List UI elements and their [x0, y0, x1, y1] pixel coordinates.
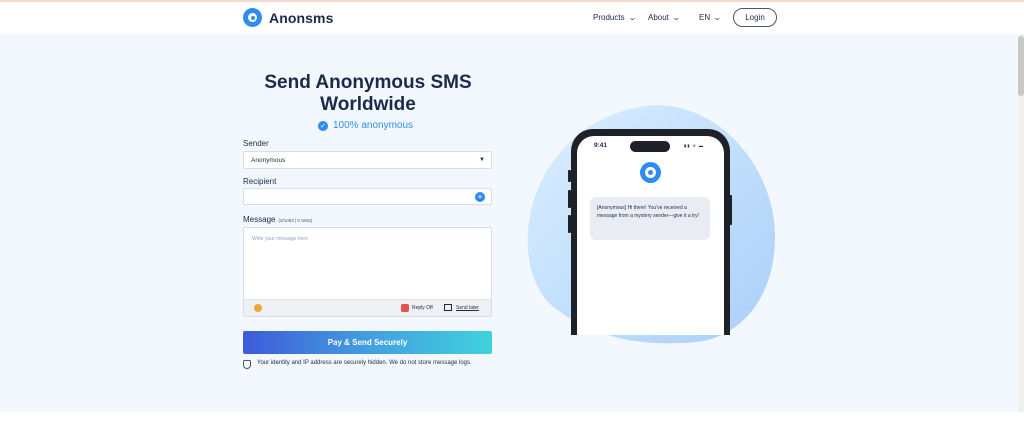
reply-icon — [401, 304, 409, 312]
title-line-2: Worldwide — [320, 94, 416, 115]
check-circle-icon: ✓ — [318, 120, 328, 131]
nav-products-label: Products — [593, 13, 625, 22]
brand-name: Anonsms — [269, 9, 334, 26]
emoji-icon[interactable] — [254, 304, 262, 312]
page-title: Send Anonymous SMS Worldwide — [243, 72, 493, 116]
sender-label: Sender — [243, 139, 269, 148]
shield-icon — [243, 360, 251, 369]
signal-wifi-battery-icon: ▮▮ ≋ ▬ — [684, 143, 704, 148]
chevron-down-icon: ⌄ — [627, 13, 637, 22]
phone-notch — [630, 141, 670, 152]
caret-down-icon: ▼ — [479, 157, 485, 163]
brand-logo[interactable]: Anonsms — [243, 8, 334, 27]
message-label-row: Message (0/1083 | 0 SMS) — [243, 215, 312, 224]
footer-band — [0, 412, 1024, 421]
calendar-icon — [444, 304, 452, 311]
scrollbar-thumb[interactable] — [1018, 36, 1024, 96]
message-toolbar: Reply Off Send later — [244, 299, 491, 316]
message-counter: (0/1083 | 0 SMS) — [278, 218, 313, 223]
login-button[interactable]: Login — [733, 8, 777, 27]
chevron-down-icon: ⌄ — [671, 13, 681, 22]
pay-send-button[interactable]: Pay & Send Securely — [243, 331, 492, 354]
reply-toggle[interactable]: Reply Off — [401, 304, 433, 312]
chevron-down-icon: ⌄ — [713, 13, 722, 22]
title-line-1: Send Anonymous SMS — [264, 72, 472, 93]
anonymous-badge: ✓ 100% anonymous — [318, 120, 413, 131]
nav-about-label: About — [648, 13, 669, 22]
anonsms-logo-icon — [243, 8, 262, 27]
language-selector[interactable]: EN ⌄ — [699, 13, 722, 22]
language-label: EN — [699, 13, 711, 22]
site-header: Anonsms Products ⌄ About ⌄ EN ⌄ Login — [0, 2, 1024, 34]
privacy-note: Your identity and IP address are securel… — [243, 359, 493, 369]
sender-select[interactable]: Anonymous ▼ — [243, 151, 492, 169]
app-logo-icon — [640, 162, 661, 183]
phone-time: 9:41 — [594, 142, 608, 149]
anonymous-badge-label: 100% anonymous — [333, 120, 414, 131]
recipient-label: Recipient — [243, 177, 277, 186]
nav-products[interactable]: Products ⌄ — [593, 13, 637, 22]
reply-label: Reply Off — [412, 305, 433, 311]
nav-about[interactable]: About ⌄ — [648, 13, 681, 22]
message-bubble: [Anonymous] Hi there! You've received a … — [590, 197, 710, 240]
recipient-input[interactable]: + — [243, 188, 492, 205]
privacy-note-text: Your identity and IP address are securel… — [257, 360, 472, 366]
add-recipient-icon[interactable]: + — [475, 192, 485, 202]
message-textarea[interactable]: Write your message here Reply Off Send l… — [243, 227, 492, 317]
message-label: Message — [243, 215, 276, 224]
sender-value: Anonymous — [251, 157, 286, 164]
message-placeholder: Write your message here — [252, 236, 308, 242]
send-later-button[interactable]: Send later — [444, 304, 479, 311]
hero-section — [0, 34, 1018, 412]
send-later-label: Send later — [456, 304, 479, 311]
